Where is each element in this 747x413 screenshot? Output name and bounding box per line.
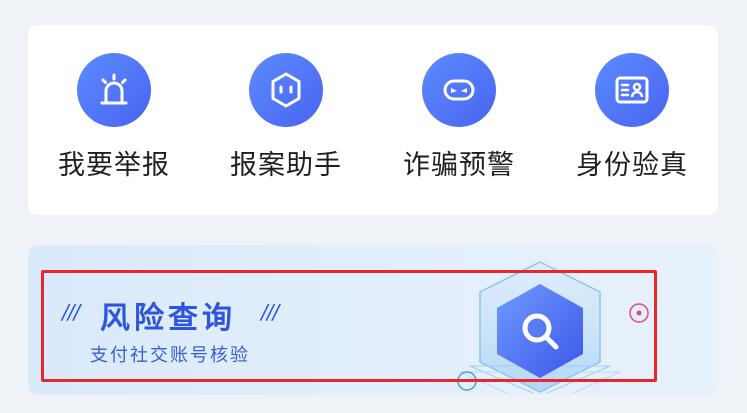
fraud-warning-item[interactable]: 诈骗预警 (373, 25, 545, 215)
case-assistant-item[interactable]: 报案助手 (200, 25, 372, 215)
case-assistant-label: 报案助手 (230, 150, 342, 181)
robot-assistant-icon (249, 53, 323, 127)
id-card-icon (595, 53, 669, 127)
identity-verify-item[interactable]: 身份验真 (546, 25, 718, 215)
identity-verify-label: 身份验真 (576, 150, 688, 181)
fraud-warning-label: 诈骗预警 (403, 150, 515, 181)
highlight-annotation-box (41, 270, 657, 382)
alarm-icon (77, 53, 151, 127)
report-label: 我要举报 (58, 150, 170, 181)
mask-icon (422, 53, 496, 127)
services-card: 我要举报 报案助手 诈骗预警 身份验真 (28, 25, 718, 215)
report-item[interactable]: 我要举报 (28, 25, 200, 215)
